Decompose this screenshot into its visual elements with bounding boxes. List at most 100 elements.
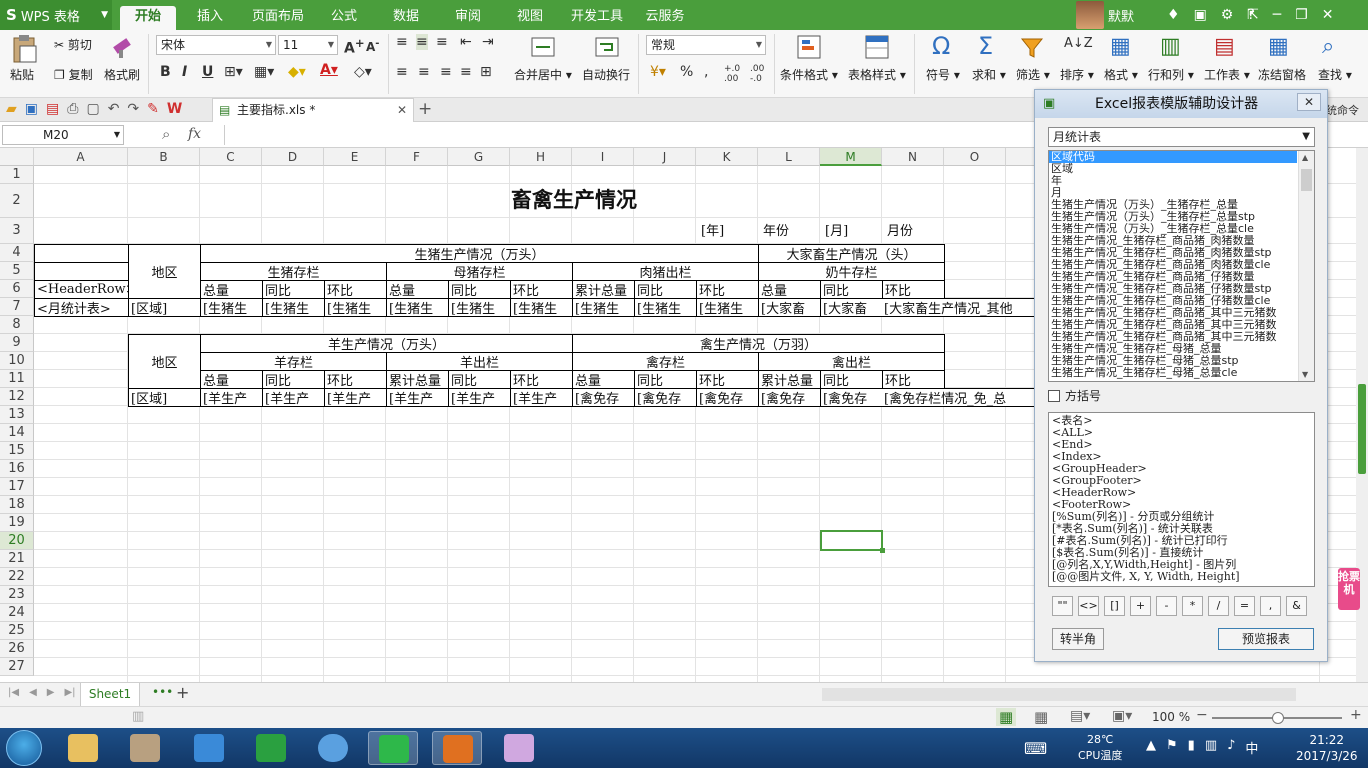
t2-sub-header-11[interactable]: 环比 xyxy=(882,370,945,389)
italic-icon[interactable]: I xyxy=(182,64,187,80)
filter-icon[interactable] xyxy=(1020,36,1044,60)
tab-data[interactable]: 数据 xyxy=(384,6,428,30)
field-item[interactable]: 生猪生产情况_生猪存栏_商品猪_肉猪数量stp xyxy=(1049,247,1297,259)
row-header-10[interactable]: 10 xyxy=(0,352,34,370)
t2-poultry-header[interactable]: 禽生产情况（万羽） xyxy=(572,334,945,353)
t1-hog-out-header[interactable]: 肉猪出栏 xyxy=(572,262,759,281)
customize-icon[interactable]: ✎ xyxy=(147,101,159,117)
copy-button[interactable]: ❐ 复制 xyxy=(54,66,93,83)
row-header-17[interactable]: 17 xyxy=(0,478,34,496)
column-header-b[interactable]: B xyxy=(128,148,200,166)
currency-icon[interactable]: ¥▾ xyxy=(650,64,666,80)
t2-template-cell-5[interactable]: [羊生产 xyxy=(448,388,511,407)
taskbar-paint[interactable] xyxy=(494,731,544,765)
border-icon[interactable]: ⊞▾ xyxy=(224,64,243,80)
row-header-11[interactable]: 11 xyxy=(0,370,34,388)
row-header-12[interactable]: 12 xyxy=(0,388,34,406)
t2-sub-header-4[interactable]: 同比 xyxy=(448,370,511,389)
field-item[interactable]: 生猪生产情况（万头）_生猪存栏_总量 xyxy=(1049,199,1297,211)
t1-template-cell-8[interactable]: [生猪生 xyxy=(572,298,635,317)
merge-center-button[interactable]: 合并居中 ▾ xyxy=(514,66,572,83)
field-item[interactable]: 生猪生产情况_生猪存栏_商品猪_仔猪数量 xyxy=(1049,271,1297,283)
print-icon[interactable]: ⎙ xyxy=(67,101,78,117)
indent-decrease-icon[interactable]: ⇤ xyxy=(460,34,472,50)
checkbox-box[interactable] xyxy=(1048,389,1060,402)
pdf-icon[interactable]: ▤ xyxy=(46,101,59,117)
row-header-14[interactable]: 14 xyxy=(0,424,34,442)
sort-icon[interactable]: A↓Z xyxy=(1064,36,1093,51)
function-icon[interactable]: fx xyxy=(188,126,201,142)
print-preview-icon[interactable]: ▢ xyxy=(86,101,99,117)
column-header-d[interactable]: D xyxy=(262,148,324,166)
symbol-button[interactable]: * xyxy=(1182,596,1203,616)
row-header-9[interactable]: 9 xyxy=(0,334,34,352)
taskbar-app-4[interactable] xyxy=(246,731,296,765)
column-header-k[interactable]: K xyxy=(696,148,758,166)
align-middle-icon[interactable]: ≡ xyxy=(416,34,428,50)
zoom-level[interactable]: 100 % xyxy=(1152,710,1190,724)
t1-template-cell-3[interactable]: [生猪生 xyxy=(262,298,325,317)
t2-template-cell-0[interactable]: [区域] xyxy=(128,388,201,407)
percent-icon[interactable]: % xyxy=(680,64,693,80)
t2-sheep-out-header[interactable]: 羊出栏 xyxy=(386,352,573,371)
row-header-27[interactable]: 27 xyxy=(0,658,34,676)
conditional-format-button[interactable]: 条件格式 ▾ xyxy=(780,66,838,83)
field-list-scrollbar[interactable]: ▲ ▼ xyxy=(1298,151,1314,381)
undo-icon[interactable]: ↶ xyxy=(108,101,120,117)
flag-icon[interactable]: ⚑ xyxy=(1166,738,1178,757)
show-hidden-icon[interactable]: ▲ xyxy=(1146,738,1156,757)
row-header-16[interactable]: 16 xyxy=(0,460,34,478)
row-header-20[interactable]: 20 xyxy=(0,532,34,550)
t1-template-cell-1[interactable]: [区域] xyxy=(128,298,201,317)
sheet-tab-sheet1[interactable]: Sheet1 xyxy=(80,683,140,706)
freeze-panes-button[interactable]: 冻结窗格 xyxy=(1258,66,1306,83)
prev-sheet-icon[interactable]: ◀ xyxy=(29,687,37,698)
t1-sub-header-11[interactable]: 环比 xyxy=(882,280,945,299)
skin-icon[interactable]: ♦ xyxy=(1167,7,1180,23)
taskbar-app-7[interactable] xyxy=(432,731,482,765)
font-color-icon[interactable]: A▾ xyxy=(320,62,338,78)
fill-color-icon[interactable]: ◆▾ xyxy=(288,64,306,80)
table-style-button[interactable]: 表格样式 ▾ xyxy=(848,66,906,83)
rows-cols-icon[interactable]: ▥ xyxy=(1160,34,1181,59)
find-icon[interactable]: ⌕ xyxy=(1322,34,1334,59)
designer-title-bar[interactable]: ▣ Excel报表模版辅助设计器 ✕ xyxy=(1035,90,1327,118)
zoom-slider-thumb[interactable] xyxy=(1272,712,1284,724)
open-icon[interactable]: ▰ xyxy=(6,101,17,117)
t2-sub-header-0[interactable]: 总量 xyxy=(200,370,263,389)
t2-sub-header-2[interactable]: 环比 xyxy=(324,370,387,389)
freeze-panes-icon[interactable]: ▦ xyxy=(1268,34,1289,59)
symbol-button[interactable]: "" xyxy=(1052,596,1073,616)
column-header-a[interactable]: A xyxy=(34,148,128,166)
row-header-3[interactable]: 3 xyxy=(0,218,34,244)
last-sheet-icon[interactable]: ▶| xyxy=(64,687,75,698)
t1-sub-header-3[interactable]: 总量 xyxy=(386,280,449,299)
close-icon[interactable]: ✕ xyxy=(1322,7,1334,23)
table-style-icon[interactable] xyxy=(864,34,890,62)
tab-insert[interactable]: 插入 xyxy=(186,6,234,30)
symbol-button[interactable]: 符号 ▾ xyxy=(926,66,960,83)
ticket-ad-badge[interactable]: 抢票机 xyxy=(1338,568,1360,610)
field-item[interactable]: 生猪生产情况_生猪存栏_母猪_总量 xyxy=(1049,343,1297,355)
t2-sub-header-6[interactable]: 总量 xyxy=(572,370,635,389)
symbol-button[interactable]: - xyxy=(1156,596,1177,616)
row-header-22[interactable]: 22 xyxy=(0,568,34,586)
t2-poultry-stock-header[interactable]: 禽存栏 xyxy=(572,352,759,371)
wps-home-icon[interactable]: W xyxy=(167,101,182,117)
tab-formula[interactable]: 公式 xyxy=(322,6,366,30)
cpu-temp-widget[interactable]: 28℃ CPU温度 xyxy=(1078,732,1122,764)
cell-a5[interactable] xyxy=(34,262,129,281)
horizontal-scrollbar[interactable] xyxy=(822,688,1296,701)
t2-sub-header-5[interactable]: 环比 xyxy=(510,370,573,389)
t2-sub-header-8[interactable]: 环比 xyxy=(696,370,759,389)
row-header-25[interactable]: 25 xyxy=(0,622,34,640)
row-header-19[interactable]: 19 xyxy=(0,514,34,532)
t1-template-cell-0[interactable]: <月统计表> xyxy=(34,298,129,317)
column-header-i[interactable]: I xyxy=(572,148,634,166)
paste-icon[interactable] xyxy=(12,34,38,64)
preview-report-button[interactable]: 预览报表 xyxy=(1218,628,1314,650)
symbol-button[interactable]: / xyxy=(1208,596,1229,616)
report-type-select[interactable]: 月统计表 ▼ xyxy=(1048,127,1315,147)
t1-sow-stock-header[interactable]: 母猪存栏 xyxy=(386,262,573,281)
tab-page-layout[interactable]: 页面布局 xyxy=(248,6,308,30)
